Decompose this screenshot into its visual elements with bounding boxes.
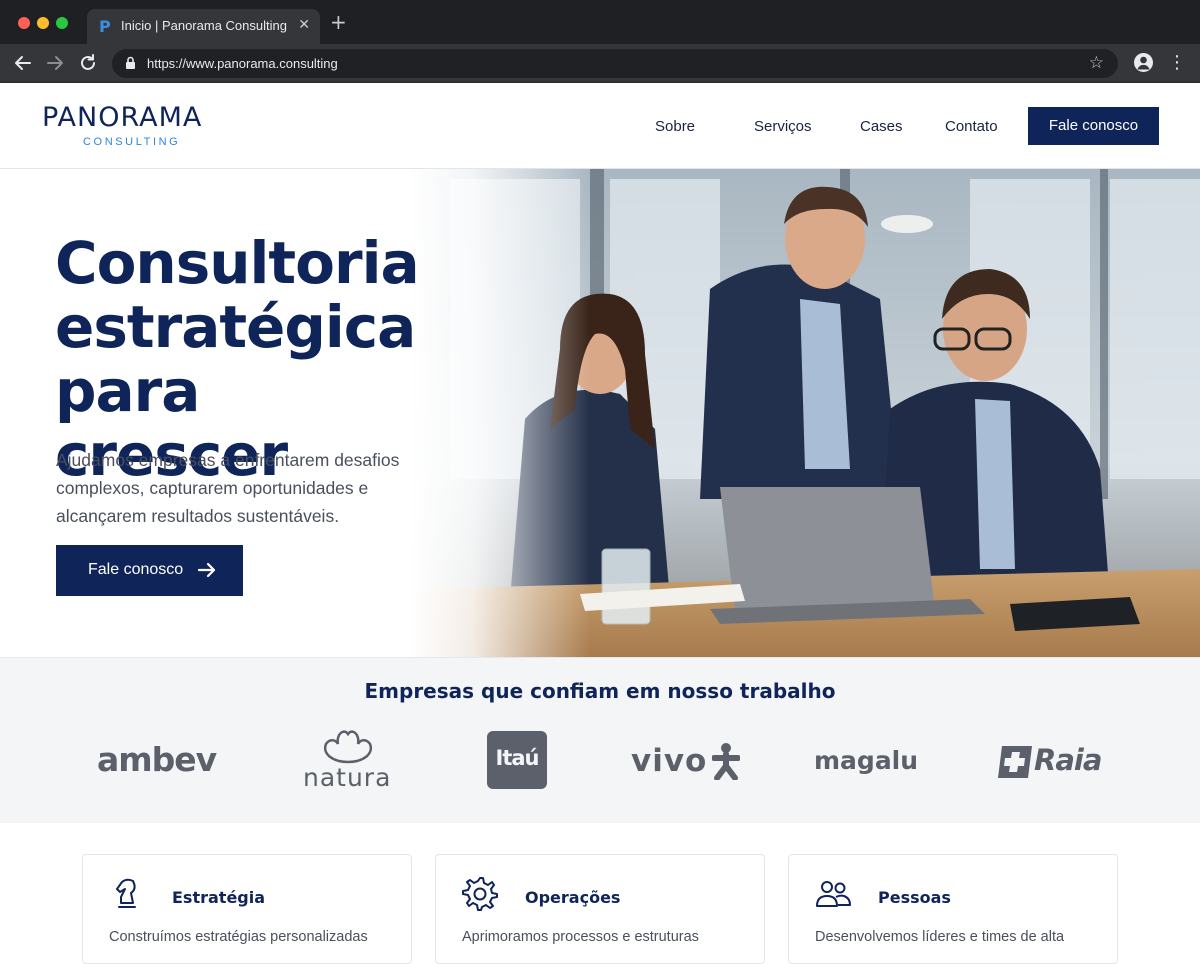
menu-icon[interactable]: ⋮ — [1168, 52, 1186, 74]
natura-mark-icon — [323, 730, 373, 764]
profile-icon[interactable] — [1134, 53, 1153, 72]
favicon-icon: P — [99, 17, 111, 36]
service-card-estrategia[interactable]: Estratégia Construímos estratégias perso… — [82, 854, 412, 964]
raia-cross-icon — [998, 746, 1032, 778]
hero-title-line: Consultoria — [55, 229, 420, 297]
hero-contact-label: Fale conosco — [88, 561, 184, 578]
client-logo-magalu: magalu — [814, 746, 919, 775]
star-icon[interactable]: ☆ — [1089, 53, 1104, 73]
service-card-text: Construímos estratégias personalizadas — [109, 929, 368, 945]
clients-section: Empresas que confiam em nosso trabalho a… — [0, 657, 1200, 823]
url-text: https://www.panorama.consulting — [147, 56, 338, 71]
logo-tagline: CONSULTING — [83, 136, 181, 148]
service-card-text: Aprimoramos processos e estruturas — [462, 929, 699, 945]
logo-wordmark: PANORAMA — [42, 102, 203, 133]
hero-section: Consultoria estratégica para crescer Aju… — [0, 169, 1200, 657]
forward-icon[interactable] — [44, 52, 66, 74]
hero-photo-fade — [410, 169, 590, 657]
reload-icon[interactable] — [77, 52, 99, 74]
tab-title: Inicio | Panorama Consulting — [121, 18, 287, 33]
client-logo-ambev: ambev — [97, 740, 217, 779]
site-header: PANORAMA CONSULTING Sobre Serviços Cases… — [0, 84, 1200, 169]
address-bar[interactable]: https://www.panorama.consulting ☆ — [112, 49, 1118, 78]
service-card-title: Operações — [525, 888, 621, 907]
client-logo-vivo: vivo — [631, 743, 708, 779]
close-icon[interactable]: ✕ — [298, 17, 310, 33]
lock-icon — [125, 56, 136, 75]
chess-knight-icon — [109, 875, 145, 911]
maximize-window-button[interactable] — [56, 17, 68, 29]
service-card-text: Desenvolvemos líderes e times de alta — [815, 929, 1065, 945]
service-card-title: Pessoas — [878, 888, 951, 907]
browser-tab[interactable]: P Inicio | Panorama Consulting ✕ — [87, 9, 320, 44]
client-logo-itau: Itaú — [495, 746, 540, 770]
service-card-operacoes[interactable]: Operações Aprimoramos processos e estrut… — [435, 854, 765, 964]
browser-tab-strip: P Inicio | Panorama Consulting ✕ + — [0, 0, 1200, 44]
close-window-button[interactable] — [18, 17, 30, 29]
back-icon[interactable] — [12, 52, 34, 74]
minimize-window-button[interactable] — [37, 17, 49, 29]
service-card-pessoas[interactable]: Pessoas Desenvolvemos líderes e times de… — [788, 854, 1118, 964]
client-logo-raia: Raia — [1034, 743, 1102, 777]
hero-contact-button[interactable]: Fale conosco — [56, 545, 243, 596]
vivo-figure-icon — [712, 743, 740, 780]
hero-title-line: estratégica — [55, 293, 416, 361]
nav-link-sobre[interactable]: Sobre — [655, 118, 695, 135]
people-icon — [815, 875, 851, 911]
client-logo-natura: natura — [303, 763, 392, 792]
clients-title: Empresas que confiam em nosso trabalho — [364, 679, 836, 703]
gear-icon — [462, 875, 498, 911]
header-contact-button[interactable]: Fale conosco — [1028, 107, 1159, 145]
browser-toolbar: https://www.panorama.consulting ☆ ⋮ — [0, 44, 1200, 83]
hero-subtitle: Ajudamos empresas a enfrentarem desafios… — [56, 450, 400, 526]
service-card-title: Estratégia — [172, 888, 266, 907]
nav-link-contato[interactable]: Contato — [945, 118, 998, 135]
arrow-right-icon — [197, 561, 217, 584]
nav-link-servicos[interactable]: Serviços — [754, 118, 812, 135]
nav-link-cases[interactable]: Cases — [860, 118, 903, 135]
new-tab-icon[interactable]: + — [330, 12, 347, 32]
